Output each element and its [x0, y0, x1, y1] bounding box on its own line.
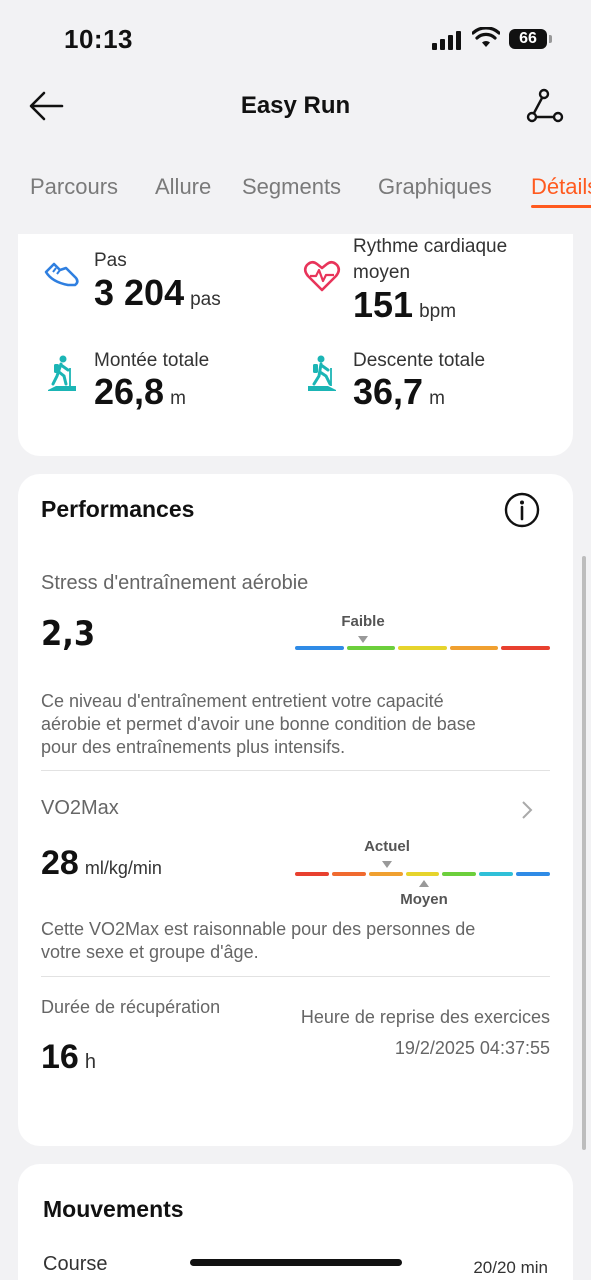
- scrollbar[interactable]: [582, 556, 586, 1150]
- vo2max-value-row: 28 ml/kg/min: [41, 844, 162, 882]
- heart-rate-icon: [303, 260, 341, 292]
- ascent-value: 26,8 m: [94, 371, 186, 412]
- route-icon[interactable]: [524, 86, 564, 126]
- recovery-label: Durée de récupération: [41, 997, 221, 1017]
- ascent-label: Montée totale: [94, 350, 210, 371]
- gauge-segment: [295, 872, 329, 876]
- vo2max-desc-line2: votre sexe et groupe d'âge.: [41, 942, 259, 962]
- vo2max-label: VO2Max: [41, 797, 119, 819]
- aerobic-label: Stress d'entraînement aérobie: [41, 572, 309, 594]
- hiker-descent-icon: [308, 355, 336, 391]
- vo2max-gauge: [295, 872, 550, 876]
- heart-rate-label-line1: Rythme cardiaque: [353, 236, 508, 257]
- gauge-segment: [449, 646, 499, 650]
- gauge-segment: [346, 646, 396, 650]
- wifi-icon: [472, 27, 500, 47]
- descent-value: 36,7 m: [353, 371, 445, 412]
- hiker-ascent-icon: [48, 355, 76, 391]
- tab-allure[interactable]: Allure: [155, 174, 211, 200]
- gauge-segment: [331, 872, 366, 876]
- vo2max-current-marker: [382, 861, 392, 868]
- descent-label: Descente totale: [353, 350, 486, 371]
- resume-time: 19/2/2025 04:37:55: [394, 1038, 550, 1058]
- movement-row-value: 20/20 min: [473, 1258, 548, 1277]
- divider: [41, 976, 550, 977]
- aerobic-value: 2,3: [41, 614, 96, 654]
- stats-card: Pas 3 204 pas Rythme cardiaque moyen 151 b…: [18, 234, 573, 456]
- movement-row-label: Course: [43, 1253, 108, 1275]
- gauge-segment: [516, 872, 550, 876]
- app-header: Easy Run: [0, 80, 591, 140]
- heart-rate-value: 151 bpm: [353, 284, 457, 325]
- info-icon[interactable]: [504, 492, 540, 528]
- recovery-value-row: 16 h: [41, 1038, 96, 1076]
- movements-title: Mouvements: [43, 1196, 184, 1222]
- page-title: Easy Run: [240, 92, 351, 119]
- aerobic-gauge-marker: [358, 636, 368, 643]
- vo2max-desc-line1: Cette VO2Max est raisonnable pour des pe…: [41, 919, 476, 939]
- home-indicator[interactable]: [190, 1259, 402, 1266]
- battery-icon: 66: [509, 29, 552, 49]
- aerobic-desc-line3: pour des entraînements plus intensifs.: [41, 737, 346, 757]
- aerobic-desc-line1: Ce niveau d'entraînement entretient votr…: [41, 691, 444, 711]
- tab-parcours[interactable]: Parcours: [30, 174, 118, 200]
- tab-bar: Parcours Allure Segments Graphiques Déta…: [0, 160, 591, 216]
- resume-label: Heure de reprise des exercices: [300, 1007, 550, 1027]
- chevron-right-icon: [522, 801, 533, 819]
- cellular-signal-icon: [432, 30, 462, 50]
- tab-details[interactable]: Détails: [531, 174, 591, 200]
- gauge-segment: [479, 872, 514, 876]
- gauge-segment: [368, 872, 403, 876]
- vo2max-average-marker: [419, 880, 429, 887]
- shoe-icon: [44, 262, 79, 287]
- divider: [41, 770, 550, 771]
- gauge-segment: [405, 872, 440, 876]
- steps-label: Pas: [94, 250, 127, 271]
- status-bar: 10:13 66: [0, 0, 591, 80]
- gauge-segment: [398, 646, 447, 650]
- vo2max-current-label: Actuel: [364, 838, 410, 855]
- performances-card: Performances Stress d'entraînement aérob…: [18, 474, 573, 1146]
- aerobic-desc-line2: aérobie et permet d'avoir une bonne cond…: [41, 714, 476, 734]
- aerobic-gauge-label: Faible: [341, 613, 385, 630]
- tab-graphiques[interactable]: Graphiques: [378, 174, 492, 200]
- heart-rate-label-line2: moyen: [353, 262, 411, 283]
- aerobic-gauge: [295, 646, 550, 650]
- gauge-segment: [295, 646, 344, 650]
- tab-segments[interactable]: Segments: [242, 174, 341, 200]
- gauge-segment: [442, 872, 477, 876]
- status-time: 10:13: [64, 24, 133, 54]
- active-tab-indicator: [531, 205, 591, 208]
- vo2max-average-label: Moyen: [400, 891, 448, 908]
- steps-value: 3 204 pas: [94, 272, 221, 313]
- performances-title: Performances: [41, 496, 195, 522]
- gauge-segment: [501, 646, 550, 650]
